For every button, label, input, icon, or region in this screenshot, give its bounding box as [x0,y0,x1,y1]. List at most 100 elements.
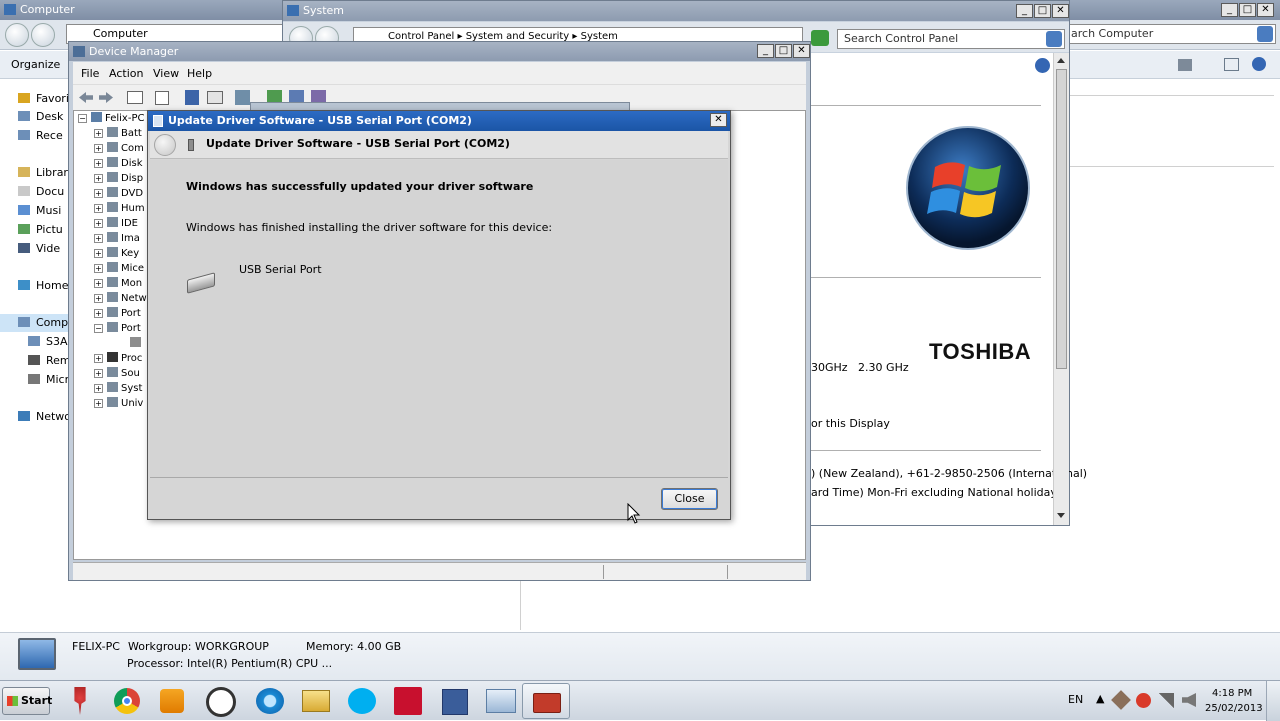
dm-close-button[interactable]: ✕ [793,44,810,58]
expand-icon[interactable]: + [94,204,103,213]
dm-maximize-button[interactable]: □ [775,44,792,58]
clock-time[interactable]: 4:18 PM [1212,688,1252,699]
nav-item-removable[interactable]: Rem [28,352,71,370]
scroll-up-arrow-icon[interactable] [1057,58,1065,63]
tree-node[interactable]: + DVD [94,186,143,201]
forward-button[interactable] [31,23,55,47]
nav-item-computer[interactable]: Compu [0,314,75,332]
nav-item-music[interactable]: Musi [18,202,61,220]
menu-file[interactable]: File [81,67,99,80]
expand-icon[interactable]: + [94,369,103,378]
expand-icon[interactable]: + [94,159,103,168]
device-manager-titlebar[interactable]: Device Manager _ □ ✕ [69,42,810,61]
expand-icon[interactable]: + [94,309,103,318]
tree-node[interactable]: + IDE [94,216,138,231]
expand-icon[interactable]: + [94,219,103,228]
antivirus-icon[interactable] [1136,693,1151,708]
tree-node[interactable]: + Batt [94,126,142,141]
tree-node[interactable]: + Hum [94,201,145,216]
collapse-icon[interactable]: − [94,324,103,333]
tree-node[interactable]: − Port [94,321,141,336]
back-arrow-icon[interactable] [79,92,93,103]
nav-item-network[interactable]: Netwo [18,408,71,426]
tree-node[interactable] [130,336,144,351]
tree-node[interactable]: + Port [94,306,141,321]
system-minimize-button[interactable]: _ [1016,4,1033,18]
expand-icon[interactable]: + [94,294,103,303]
nav-item-pictures[interactable]: Pictu [18,221,63,239]
tree-node[interactable]: + Univ [94,396,143,411]
nav-item-desktop[interactable]: Desk [18,108,63,126]
control-panel-search-input[interactable]: Search Control Panel [837,29,1065,49]
tree-node[interactable]: + Ima [94,231,140,246]
pin-tray-icon[interactable] [1111,690,1131,710]
system-close-button[interactable]: ✕ [1052,4,1069,18]
expand-icon[interactable]: + [94,264,103,273]
computer-search-input[interactable]: arch Computer [1064,24,1276,44]
tree-node[interactable]: + Disk [94,156,142,171]
show-hidden-icons[interactable]: ▲ [1096,692,1104,705]
expand-icon[interactable]: + [94,384,103,393]
windows-explorer-icon[interactable] [302,690,330,712]
menu-action[interactable]: Action [109,67,143,80]
view-options-icon[interactable] [1178,59,1192,71]
menu-help[interactable]: Help [187,67,212,80]
nav-item-libraries[interactable]: Librari [18,164,71,182]
clock-date[interactable]: 25/02/2013 [1205,703,1263,714]
expand-icon[interactable]: + [94,279,103,288]
menu-view[interactable]: View [153,67,179,80]
tree-node[interactable]: + Netw [94,291,147,306]
save-disk-icon[interactable] [442,689,468,715]
refresh-icon[interactable] [811,30,829,46]
expand-icon[interactable]: + [94,234,103,243]
volume-icon[interactable] [1182,693,1196,707]
tree-root[interactable]: − Felix-PC [78,111,144,126]
acrobat-icon[interactable] [394,687,422,715]
network-signal-icon[interactable] [1158,693,1174,708]
tree-node[interactable]: + Com [94,141,144,156]
close-button[interactable]: ✕ [1257,3,1274,17]
system-window-titlebar[interactable]: System _ □ ✕ [283,1,1069,21]
scroll-thumb[interactable] [1056,69,1067,369]
expand-icon[interactable]: + [94,129,103,138]
media-player-icon[interactable] [160,689,184,713]
preview-pane-icon[interactable] [1224,58,1239,71]
expand-icon[interactable]: + [94,189,103,198]
view-icon[interactable] [207,91,223,104]
internet-explorer-icon[interactable] [256,688,284,714]
dialog-titlebar[interactable]: Update Driver Software - USB Serial Port… [148,111,730,131]
language-indicator[interactable]: EN [1068,693,1083,706]
system-scrollbar[interactable] [1053,53,1069,525]
skype-icon[interactable] [348,688,376,714]
organize-menu[interactable]: Organize [11,58,60,71]
nav-item-favorites[interactable]: Favori [18,90,69,108]
tree-node[interactable]: + Syst [94,381,142,396]
nav-item-drive-s3a[interactable]: S3A [28,333,68,351]
system-maximize-button[interactable]: □ [1034,4,1051,18]
system-help-icon[interactable] [1035,58,1050,73]
nav-item-videos[interactable]: Vide [18,240,60,258]
tree-node[interactable]: + Mice [94,261,144,276]
remote-desktop-icon[interactable] [486,689,516,713]
help-book-icon[interactable] [185,90,199,105]
forward-arrow-icon[interactable] [99,92,113,103]
expand-icon[interactable]: + [94,249,103,258]
collapse-icon[interactable]: − [78,114,87,123]
tree-node[interactable]: + Proc [94,351,142,366]
expand-icon[interactable]: + [94,354,103,363]
scroll-down-arrow-icon[interactable] [1057,513,1065,518]
expand-icon[interactable]: + [94,144,103,153]
back-button[interactable] [5,23,29,47]
tree-node[interactable]: + Sou [94,366,140,381]
scan-hardware-icon[interactable] [235,90,250,105]
dialog-close-button[interactable]: ✕ [710,113,727,127]
clock-app-icon[interactable] [206,687,236,717]
tree-node[interactable]: + Disp [94,171,143,186]
dm-minimize-button[interactable]: _ [757,44,774,58]
nav-item-recent[interactable]: Rece [18,127,63,145]
help-icon[interactable] [1252,57,1266,71]
maximize-button[interactable]: □ [1239,3,1256,17]
properties-icon[interactable] [155,91,169,105]
close-button[interactable]: Close [661,488,718,510]
pin-icon[interactable] [74,687,86,715]
